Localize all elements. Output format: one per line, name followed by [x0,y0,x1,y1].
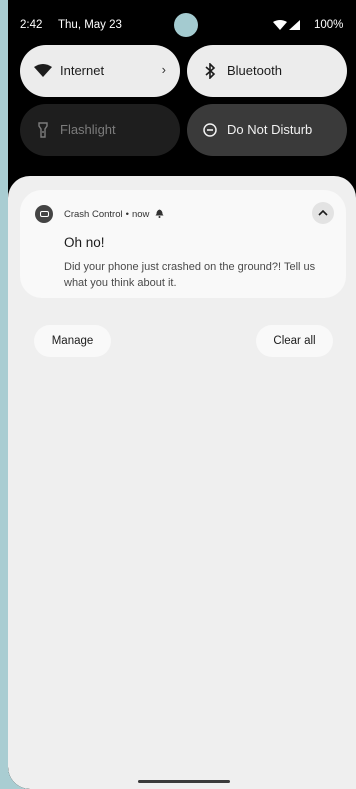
tile-bluetooth-label: Bluetooth [227,63,282,78]
meta-separator: • [125,209,129,220]
status-time: 2:42 [20,19,43,31]
battery-percent: 100% [314,19,344,31]
do-not-disturb-icon [201,121,219,139]
manage-button[interactable]: Manage [34,325,111,357]
wifi-status-icon [273,20,287,33]
phone-screen: 2:42 Thu, May 23 100% Internet › Bluetoo… [8,0,356,789]
clear-all-button[interactable]: Clear all [256,325,333,357]
tile-flashlight[interactable]: Flashlight [20,104,180,156]
app-icon [35,205,53,223]
status-bar: 2:42 Thu, May 23 100% [8,0,356,46]
notification-body: Did your phone just crashed on the groun… [64,261,316,289]
notification-time: now [131,209,150,220]
tile-internet-label: Internet [60,63,105,78]
notification-card[interactable]: Crash Control • now Oh no! Did your phon… [20,190,346,298]
notification-title: Oh no! [64,235,105,250]
tile-do-not-disturb[interactable]: Do Not Disturb [187,104,347,156]
home-gesture-bar[interactable] [138,780,230,783]
bluetooth-icon [201,62,219,80]
tile-dnd-label: Do Not Disturb [227,122,313,137]
wifi-icon [34,62,52,80]
camera-cutout [174,13,198,37]
tile-flashlight-label: Flashlight [60,122,116,137]
notification-shade: Crash Control • now Oh no! Did your phon… [8,176,356,789]
collapse-button[interactable] [312,202,334,224]
tile-bluetooth[interactable]: Bluetooth [187,45,347,97]
tile-internet[interactable]: Internet › [20,45,180,97]
app-name: Crash Control [64,209,123,220]
cell-signal-icon [289,20,300,33]
flashlight-icon [34,121,52,139]
chevron-right-icon: › [161,62,166,77]
alert-bell-icon [155,209,164,220]
notification-header: Crash Control • now [64,209,164,220]
status-date: Thu, May 23 [58,19,122,31]
